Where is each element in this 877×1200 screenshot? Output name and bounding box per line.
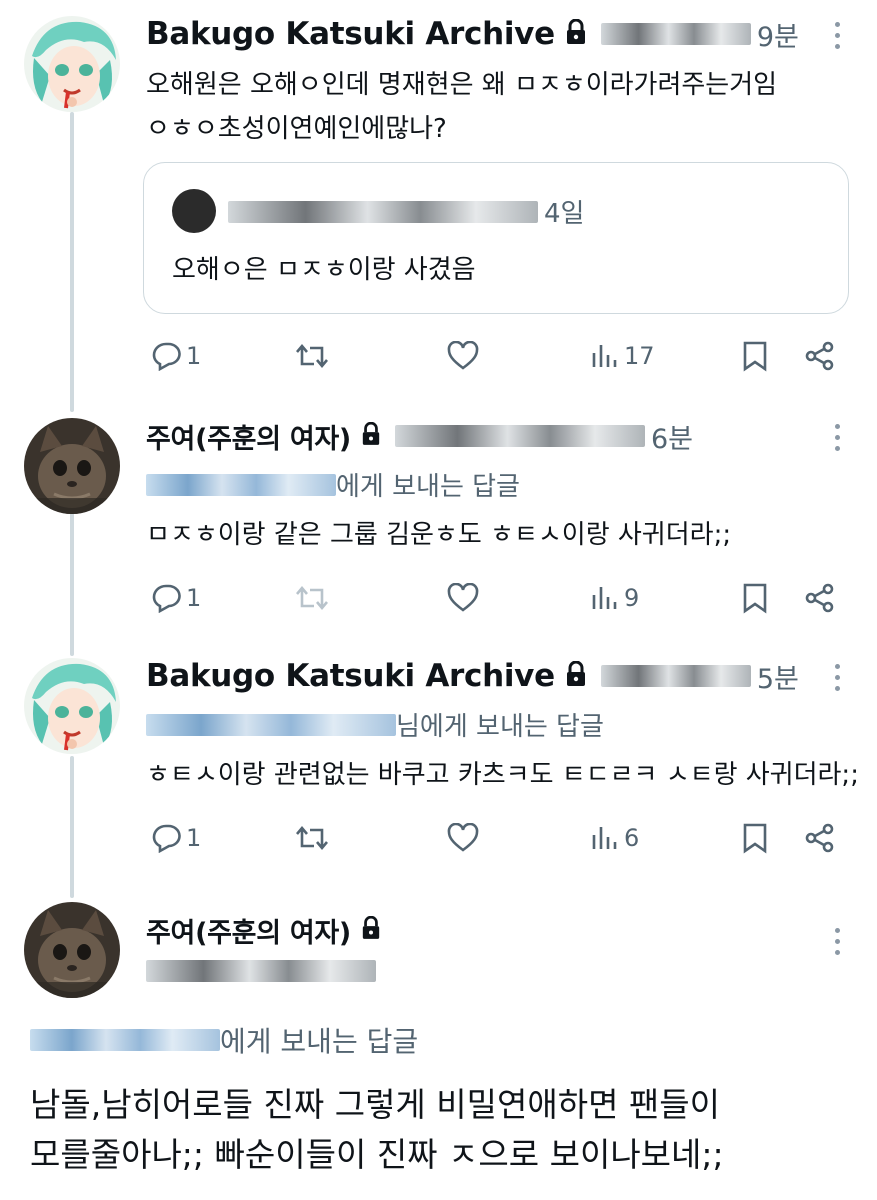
tweet[interactable]: Bakugo Katsuki Archive 5분 님에게 보내는 답글 ㅎㅌㅅ… bbox=[0, 654, 877, 884]
tweet-header: 주여(주훈의 여자) bbox=[146, 908, 381, 952]
like-icon bbox=[446, 341, 480, 371]
reply-context: 에게 보내는 답글 bbox=[30, 1020, 418, 1060]
display-name[interactable]: Bakugo Katsuki Archive bbox=[146, 658, 555, 694]
reply-button[interactable]: 1 bbox=[146, 336, 201, 376]
share-icon bbox=[804, 340, 836, 372]
views-button[interactable]: 17 bbox=[586, 336, 655, 376]
reply-context: 님에게 보내는 답글 bbox=[146, 706, 604, 743]
views-button[interactable]: 9 bbox=[586, 578, 639, 618]
bookmark-button[interactable] bbox=[738, 818, 768, 858]
reply-to-handle-redacted[interactable] bbox=[30, 1029, 220, 1051]
views-icon bbox=[590, 583, 620, 613]
display-name[interactable]: 주여(주훈의 여자) bbox=[146, 417, 351, 456]
reply-to-label: 에게 보내는 답글 bbox=[336, 472, 520, 502]
share-button[interactable] bbox=[800, 578, 836, 618]
tweet-text-line: 모를줄아나;; 빠순이들이 진짜 ㅈ으로 보이나보네;; bbox=[30, 1135, 724, 1174]
timestamp[interactable]: 9분 bbox=[757, 15, 799, 54]
tweet-header: Bakugo Katsuki Archive 9분 bbox=[146, 12, 799, 56]
views-count: 9 bbox=[624, 584, 640, 612]
views-button[interactable]: 6 bbox=[586, 818, 639, 858]
like-button[interactable] bbox=[442, 818, 480, 858]
bookmark-button[interactable] bbox=[738, 578, 768, 618]
avatar[interactable] bbox=[24, 16, 120, 112]
reply-icon bbox=[150, 583, 182, 613]
tweet-header: Bakugo Katsuki Archive 5분 bbox=[146, 654, 799, 698]
more-icon[interactable] bbox=[833, 928, 841, 958]
bookmark-button[interactable] bbox=[738, 336, 768, 376]
quote-handle-redacted bbox=[228, 200, 538, 223]
lock-icon bbox=[361, 915, 381, 944]
quoted-tweet[interactable]: 4일 오해ㅇ은 ㅁㅈㅎ이랑 사겼음 bbox=[143, 162, 849, 314]
reply-count: 1 bbox=[186, 342, 202, 370]
tweet-text-line: ㅁㅈㅎ이랑 같은 그룹 김운ㅎ도 ㅎㅌㅅ이랑 사귀더라;; bbox=[146, 520, 732, 550]
views-icon bbox=[590, 823, 620, 853]
views-icon bbox=[590, 341, 620, 371]
display-name[interactable]: Bakugo Katsuki Archive bbox=[146, 16, 555, 52]
tweet[interactable]: 주여(주훈의 여자) 6분 에게 보내는 답글 ㅁㅈㅎ이랑 같은 그룹 김운ㅎ도… bbox=[0, 414, 877, 644]
share-icon bbox=[804, 822, 836, 854]
quote-avatar bbox=[172, 189, 216, 233]
reply-button[interactable]: 1 bbox=[146, 578, 201, 618]
reply-to-handle-redacted[interactable] bbox=[146, 713, 396, 736]
reply-count: 1 bbox=[186, 584, 202, 612]
like-icon bbox=[446, 583, 480, 613]
lock-icon bbox=[565, 18, 587, 49]
lock-icon bbox=[565, 660, 587, 691]
like-button[interactable] bbox=[442, 336, 480, 376]
retweet-icon bbox=[294, 823, 330, 853]
handle-redacted[interactable] bbox=[600, 23, 751, 45]
bookmark-icon bbox=[742, 822, 768, 854]
reply-to-label: 님에게 보내는 답글 bbox=[396, 712, 604, 742]
timestamp[interactable]: 6분 bbox=[651, 417, 693, 456]
tweet-text-line: ㅇㅎㅇ초성이연예인에많나? bbox=[146, 114, 447, 144]
more-icon[interactable] bbox=[833, 22, 841, 52]
views-count: 6 bbox=[624, 824, 640, 852]
lock-icon bbox=[361, 421, 381, 450]
retweet-button[interactable] bbox=[290, 818, 330, 858]
avatar[interactable] bbox=[24, 658, 120, 754]
action-bar: 1 17 bbox=[146, 336, 846, 376]
reply-to-label: 에게 보내는 답글 bbox=[220, 1025, 419, 1058]
tweet-text-line: ㅎㅌㅅ이랑 관련없는 바쿠고 카츠ㅋ도 ㅌㄷㄹㅋ ㅅㅌ랑 사귀더라;; bbox=[146, 760, 859, 790]
retweet-icon bbox=[294, 583, 330, 613]
quote-text: 오해ㅇ은 ㅁㅈㅎ이랑 사겼음 bbox=[172, 255, 476, 285]
avatar[interactable] bbox=[24, 902, 120, 998]
more-icon[interactable] bbox=[833, 424, 841, 454]
bookmark-icon bbox=[742, 582, 768, 614]
more-icon[interactable] bbox=[833, 664, 841, 694]
share-button[interactable] bbox=[800, 336, 836, 376]
retweet-button[interactable] bbox=[290, 336, 330, 376]
views-count: 17 bbox=[624, 342, 655, 370]
reply-button[interactable]: 1 bbox=[146, 818, 201, 858]
action-bar: 1 9 bbox=[146, 578, 846, 618]
tweet[interactable]: Bakugo Katsuki Archive 9분 오해원은 오해ㅇ인데 명재현… bbox=[0, 12, 877, 392]
bookmark-icon bbox=[742, 340, 768, 372]
share-icon bbox=[804, 582, 836, 614]
display-name[interactable]: 주여(주훈의 여자) bbox=[146, 911, 351, 950]
handle-redacted[interactable] bbox=[600, 665, 751, 687]
avatar[interactable] bbox=[24, 418, 120, 514]
share-button[interactable] bbox=[800, 818, 836, 858]
reply-context: 에게 보내는 답글 bbox=[146, 466, 520, 503]
retweet-icon bbox=[294, 341, 330, 371]
reply-to-handle-redacted[interactable] bbox=[146, 473, 336, 496]
tweet-text-line: 남돌,남히어로들 진짜 그렇게 비밀연애하면 팬들이 bbox=[30, 1085, 721, 1124]
reply-icon bbox=[150, 341, 182, 371]
reply-icon bbox=[150, 823, 182, 853]
like-button[interactable] bbox=[442, 578, 480, 618]
like-icon bbox=[446, 823, 480, 853]
reply-count: 1 bbox=[186, 824, 202, 852]
action-bar: 1 6 bbox=[146, 818, 846, 858]
handle-redacted[interactable] bbox=[394, 425, 645, 447]
tweet-header: 주여(주훈의 여자) 6분 bbox=[146, 414, 693, 458]
timestamp[interactable]: 5분 bbox=[757, 657, 799, 696]
focused-tweet-text: 남돌,남히어로들 진짜 그렇게 비밀연애하면 팬들이 모를줄아나;; 빠순이들이… bbox=[30, 1080, 724, 1180]
retweet-button[interactable] bbox=[290, 578, 330, 618]
quote-timestamp: 4일 bbox=[544, 199, 585, 229]
quote-header: 4일 bbox=[228, 193, 584, 230]
handle-redacted[interactable] bbox=[146, 960, 376, 982]
tweet-text-line: 오해원은 오해ㅇ인데 명재현은 왜 ㅁㅈㅎ이라가려주는거임 bbox=[146, 70, 778, 100]
